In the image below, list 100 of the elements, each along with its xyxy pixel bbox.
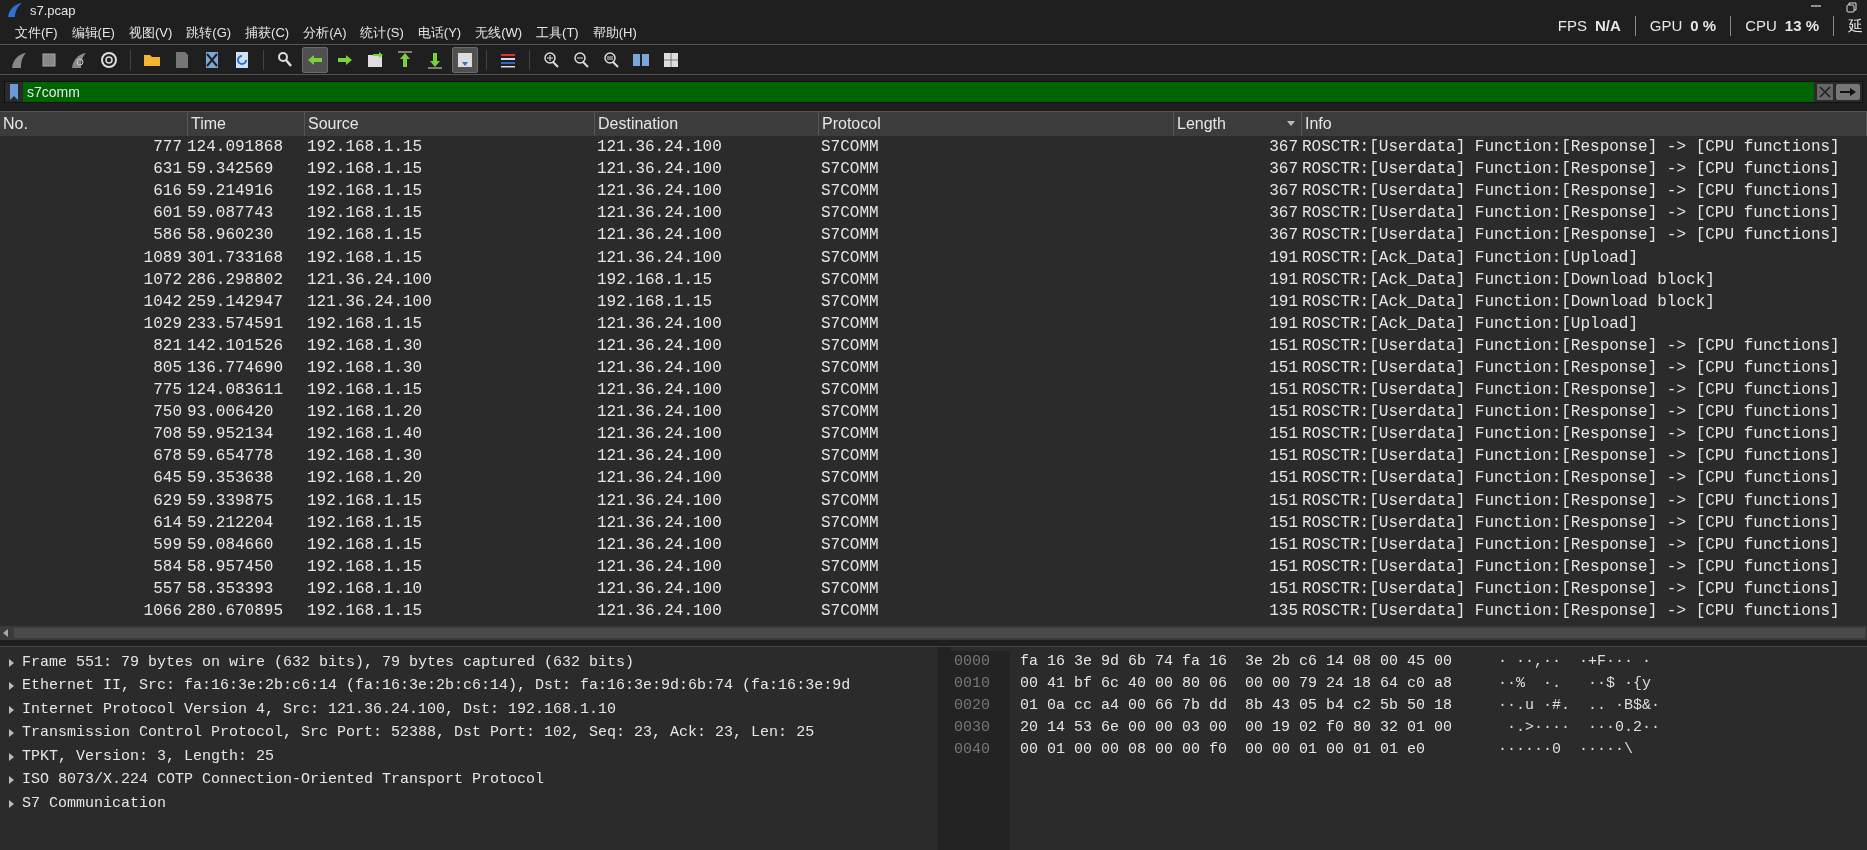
tree-item[interactable]: Ethernet II, Src: fa:16:3e:2b:c6:14 (fa:16:3e:2b:c6:14), Dst: fa:16:3e:9d:6b:74 (fa:16:3e:9d [0,674,938,698]
menu-item[interactable]: 电话(Y) [410,22,469,44]
table-cell-text: 151 [1268,490,1299,512]
expander-icon[interactable] [6,798,16,809]
table-cell-text: 586 [152,225,183,247]
offset-label: 0010 [954,674,991,694]
tree-item[interactable]: Frame 551: 79 bytes on wire (632 bits), 79 bytes captured (632 bits) [0,651,938,675]
table-cell-text: 121.36.24.100 [596,402,723,424]
column-header[interactable]: Time [188,112,305,136]
column-header[interactable]: Destination [595,112,819,136]
table-cell-text: ROSCTR:[Userdata] Function:[Response] -> [CPU functions] [1302,203,1841,225]
menu-item[interactable]: 统计(S) [353,22,411,44]
stat-label: 延 [1848,16,1863,36]
table-cell-text: 121.36.24.100 [596,490,723,512]
menu-item[interactable]: 工具(T) [529,22,586,44]
table-cell-text: 121.36.24.100 [596,203,723,225]
table-cell-text: ROSCTR:[Userdata] Function:[Response] -> [CPU functions] [1302,446,1841,468]
column-header[interactable]: Protocol [819,112,1174,136]
table-cell-text: ROSCTR:[Userdata] Function:[Response] -> [CPU functions] [1302,402,1841,424]
table-cell-text: 59.353638 [186,468,275,490]
table-cell-text: 616 [152,181,183,203]
table-cell-text: 93.006420 [186,402,275,424]
menu-item[interactable]: 跳转(G) [179,22,239,44]
table-cell-text: 121.36.24.100 [596,534,723,556]
table-cell-text: 121.36.24.100 [596,556,723,578]
table-cell-text: 192.168.1.15 [306,313,424,335]
expander-icon[interactable] [6,728,16,739]
back-arrow-button[interactable] [302,46,328,73]
table-cell-text: 367 [1268,159,1299,181]
ascii-text: ··% ·. ··$ ·{y [1498,674,1653,694]
expander-icon[interactable] [6,704,16,715]
table-cell-text: S7COMM [820,468,880,490]
stat-value: 0 % [1690,16,1717,36]
table-cell-text: 151 [1268,380,1299,402]
menu-item[interactable]: 无线(W) [468,22,530,44]
table-cell-text: 151 [1268,534,1299,556]
horizontal-scrollbar[interactable] [0,626,1867,640]
table-cell-text: S7COMM [820,446,880,468]
table-cell-text: ROSCTR:[Userdata] Function:[Response] -> [CPU functions] [1302,578,1841,600]
column-header[interactable]: No. [0,112,188,136]
table-cell-text: S7COMM [820,181,880,203]
hex-bytes: 01 0a cc a4 00 66 7b dd 8b 43 05 b4 c2 5b 50 18 [1020,696,1454,716]
sort-descending-icon [1287,121,1295,126]
tree-item[interactable]: Internet Protocol Version 4, Src: 121.36.24.100, Dst: 192.168.1.10 [0,698,938,722]
table-cell-text: 192.168.1.15 [306,159,424,181]
column-header[interactable]: Info [1302,112,1867,136]
auto-scroll-button[interactable] [452,46,478,73]
table-cell-text: 192.168.1.40 [306,424,424,446]
table-cell-text: 59.214916 [186,181,275,203]
table-cell-text: 777 [152,137,183,159]
stat-label: FPS [1557,16,1587,36]
table-cell-text: S7COMM [820,269,880,291]
tree-item[interactable]: Transmission Control Protocol, Src Port: 52388, Dst Port: 102, Seq: 23, Ack: 23, Len: 25 [0,721,938,745]
table-cell-text: 192.168.1.15 [306,490,424,512]
minimize-icon[interactable] [1810,2,1822,8]
restore-icon[interactable] [1846,2,1857,13]
stat-label: CPU [1745,16,1777,36]
table-cell-text: 645 [152,468,183,490]
table-cell-text: 59.654778 [186,446,275,468]
offset-label: 0020 [954,696,991,716]
table-cell-text: 280.670895 [186,601,284,622]
table-cell-text: 367 [1268,181,1299,203]
table-cell-text: 135 [1268,601,1299,622]
table-cell-text: 58.960230 [186,225,275,247]
expander-icon[interactable] [6,681,16,692]
table-cell-text: 121.36.24.100 [596,225,723,247]
menu-item[interactable]: 编辑(E) [64,22,122,44]
expander-icon[interactable] [6,751,16,762]
menu-item[interactable]: 帮助(H) [585,22,644,44]
expander-icon[interactable] [6,775,16,786]
menu-item[interactable]: 视图(V) [121,22,180,44]
table-cell-text: S7COMM [820,402,880,424]
table-cell-text: ROSCTR:[Userdata] Function:[Response] -> [CPU functions] [1302,490,1841,512]
table-cell-text: S7COMM [820,556,880,578]
table-cell-text: 58.957450 [186,556,275,578]
table-cell-text: 192.168.1.15 [306,247,424,269]
table-cell-text: 192.168.1.15 [306,181,424,203]
table-cell-text: ROSCTR:[Userdata] Function:[Response] -> [CPU functions] [1302,181,1841,203]
column-header[interactable]: Source [305,112,595,136]
table-cell-text: 192.168.1.15 [596,291,714,313]
table-cell-text: S7COMM [820,313,880,335]
table-cell-text: 151 [1268,512,1299,534]
table-cell-text: 121.36.24.100 [596,424,723,446]
menu-item[interactable]: 捕获(C) [238,22,297,44]
tree-item[interactable]: ISO 8073/X.224 COTP Connection-Oriented Transport Protocol [0,768,938,792]
table-cell-text: 678 [152,446,183,468]
table-cell-text: 192.168.1.15 [306,380,424,402]
table-cell-text: 192.168.1.30 [306,446,424,468]
menu-item[interactable]: 分析(A) [296,22,354,44]
menu-item[interactable]: 文件(F) [8,22,65,44]
table-cell-text: 151 [1268,424,1299,446]
column-header[interactable]: Length [1174,112,1302,136]
tree-item[interactable]: TPKT, Version: 3, Length: 25 [0,745,938,769]
table-cell-text: 151 [1268,468,1299,490]
ascii-text: ··.u ·#. .. ·B$&· [1498,696,1661,716]
table-cell-text: 59.952134 [186,424,275,446]
tree-item[interactable]: S7 Communication [0,792,938,816]
expander-icon[interactable] [6,657,16,668]
table-cell-text: 121.36.24.100 [596,159,723,181]
go-to-packet-icon [365,49,385,70]
